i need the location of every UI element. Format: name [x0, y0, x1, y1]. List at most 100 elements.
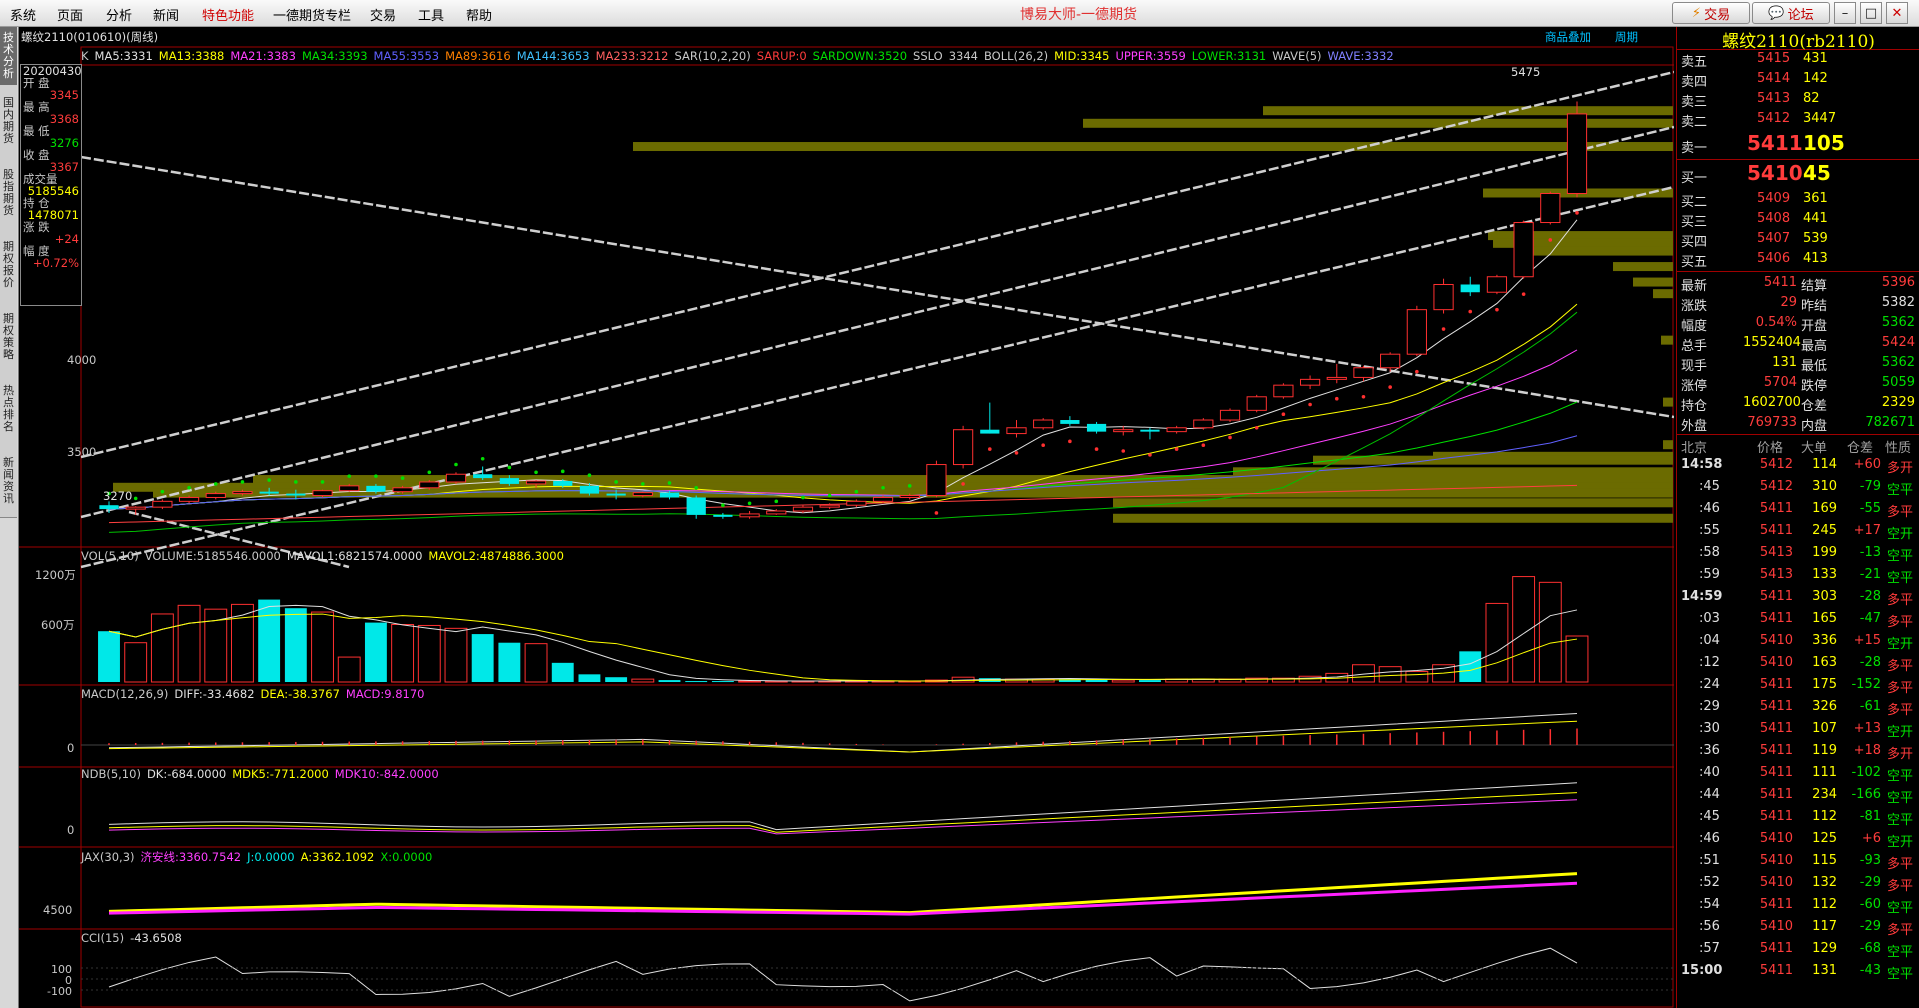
tick-volume: 107: [1812, 721, 1837, 736]
vol-indicator-line: VOL(5,10) VOLUME:5185546.0000 MAVOL1:68215…: [81, 549, 570, 563]
tick-oi-change: -21: [1859, 567, 1881, 582]
indicator-value: MA21:3383: [230, 49, 296, 63]
menu-news[interactable]: 新闻: [153, 5, 179, 24]
tick-row: :30 5411 107 +13 空开: [1677, 719, 1919, 741]
menu-yide-column[interactable]: 一德期货专栏: [273, 5, 351, 24]
tick-time: :45: [1699, 479, 1720, 494]
ask-volume: 142: [1803, 71, 1828, 86]
indicator-value: SARDOWN:3520: [812, 49, 908, 63]
menu-special[interactable]: 特色功能: [202, 5, 254, 24]
period-link[interactable]: 周期: [1615, 29, 1638, 45]
volume-profile-bar: [1313, 455, 1673, 465]
tick-header: 仓差: [1847, 441, 1874, 456]
bid-label: 买三: [1681, 215, 1708, 230]
stat-value: 5396: [1881, 275, 1915, 290]
close-icon[interactable]: ✕: [1886, 2, 1908, 24]
tick-nature: 空平: [1887, 549, 1914, 564]
quote-row: 卖一 5411 105: [1677, 129, 1919, 159]
tick-time: :57: [1699, 941, 1720, 956]
tick-price: 5413: [1759, 567, 1793, 582]
candle-body: [419, 481, 440, 489]
indicator-value: MDK5:-771.2000: [232, 767, 329, 781]
cci-indicator-line: CCI(15) -43.6508: [81, 931, 188, 945]
sar-dot: [213, 482, 218, 486]
minimize-icon[interactable]: –: [1834, 2, 1856, 24]
cci-line: [108, 947, 1578, 1002]
maximize-icon[interactable]: □: [1860, 2, 1882, 24]
tick-oi-change: -47: [1859, 611, 1881, 626]
menu-system[interactable]: 系统: [10, 5, 36, 24]
stat-value: 5382: [1881, 295, 1915, 310]
bid-price: 5406: [1757, 251, 1791, 266]
menu-trade[interactable]: 交易: [370, 5, 396, 24]
candle-body: [1006, 427, 1027, 435]
menu-help[interactable]: 帮助: [466, 5, 492, 24]
tick-time: :46: [1699, 831, 1720, 846]
indicator-value: VOL(5,10): [81, 549, 139, 563]
candle-body: [366, 485, 386, 492]
side-tab-6[interactable]: 新闻资讯: [0, 445, 17, 518]
sar-dot: [1441, 327, 1446, 331]
candle-body: [953, 429, 974, 466]
indicator-value: J:0.0000: [247, 850, 295, 864]
ask-label: 卖五: [1681, 55, 1708, 70]
indicator-value: WAVE(5): [1272, 49, 1322, 63]
indicator-value: 3344: [948, 49, 978, 63]
side-tab-5[interactable]: 热点排名: [0, 373, 17, 446]
side-tab-2[interactable]: 股指期货: [0, 157, 17, 230]
sar-dot: [881, 485, 885, 490]
chart-area[interactable]: 螺纹2110(010610)(周线) 商品叠加 周期 K MA5:3331 MA13…: [19, 27, 1674, 1008]
indicator-value: MID:3345: [1054, 49, 1110, 63]
tick-time: :12: [1699, 655, 1720, 670]
trade-button[interactable]: ⚡ 交易: [1672, 2, 1750, 24]
candle-body: [739, 513, 760, 518]
side-tab-char: 货: [3, 204, 14, 217]
tick-time: :03: [1699, 611, 1720, 626]
candle-body: [1513, 222, 1534, 278]
tick-price: 5410: [1759, 875, 1793, 890]
tick-time: :51: [1699, 853, 1720, 868]
tick-nature: 空平: [1887, 945, 1914, 960]
side-tab-1[interactable]: 国内期货: [0, 85, 17, 158]
sar-dot: [454, 462, 458, 467]
indicator-value: MA89:3616: [445, 49, 511, 63]
tick-row: 14:58 5412 114 +60 多开: [1677, 455, 1919, 477]
side-tab-0[interactable]: 技术分析: [0, 27, 17, 86]
tick-oi-change: -61: [1859, 699, 1881, 714]
tick-nature: 空平: [1887, 791, 1914, 806]
side-tab-bar: 技术分析国内期货股指期货期权报价期权策略热点排名新闻资讯: [0, 27, 19, 1008]
menu-page[interactable]: 页面: [57, 5, 83, 24]
candle-body: [232, 491, 253, 495]
menu-tools[interactable]: 工具: [418, 5, 444, 24]
overlay-link[interactable]: 商品叠加: [1545, 29, 1591, 45]
forum-button[interactable]: 💬 论坛: [1752, 2, 1830, 24]
tick-time: 14:58: [1681, 457, 1723, 472]
volume-bar: [337, 656, 361, 683]
ask-price: 5413: [1757, 91, 1791, 106]
candle-body: [1353, 367, 1374, 378]
indicator-value: BOLL(26,2): [983, 49, 1049, 63]
tick-oi-change: +13: [1853, 721, 1881, 736]
tick-nature: 多平: [1887, 923, 1914, 938]
tick-nature: 空开: [1887, 527, 1914, 542]
tick-oi-change: -81: [1859, 809, 1881, 824]
ask-price: 5415: [1757, 51, 1791, 66]
volume-profile-bar: [1663, 440, 1673, 450]
tick-row: :51 5410 115 -93 多平: [1677, 851, 1919, 873]
side-tab-3[interactable]: 期权报价: [0, 229, 17, 302]
tick-volume: 112: [1812, 809, 1837, 824]
app-title: 博易大师-一德期货: [1020, 7, 1138, 23]
tick-oi-change: -79: [1859, 479, 1881, 494]
tick-oi-change: -28: [1859, 655, 1881, 670]
cci-label-neg100: -100: [47, 985, 72, 998]
tick-volume: 133: [1812, 567, 1837, 582]
sar-dot: [1148, 453, 1152, 457]
sar-dot: [1014, 451, 1019, 455]
tick-volume: 117: [1812, 919, 1837, 934]
candle-body: [1326, 376, 1347, 380]
bid-price: 5408: [1757, 211, 1791, 226]
tick-oi-change: -55: [1859, 501, 1881, 516]
volume-bar: [631, 678, 655, 683]
menu-analysis[interactable]: 分析: [106, 5, 132, 24]
side-tab-4[interactable]: 期权策略: [0, 301, 17, 374]
